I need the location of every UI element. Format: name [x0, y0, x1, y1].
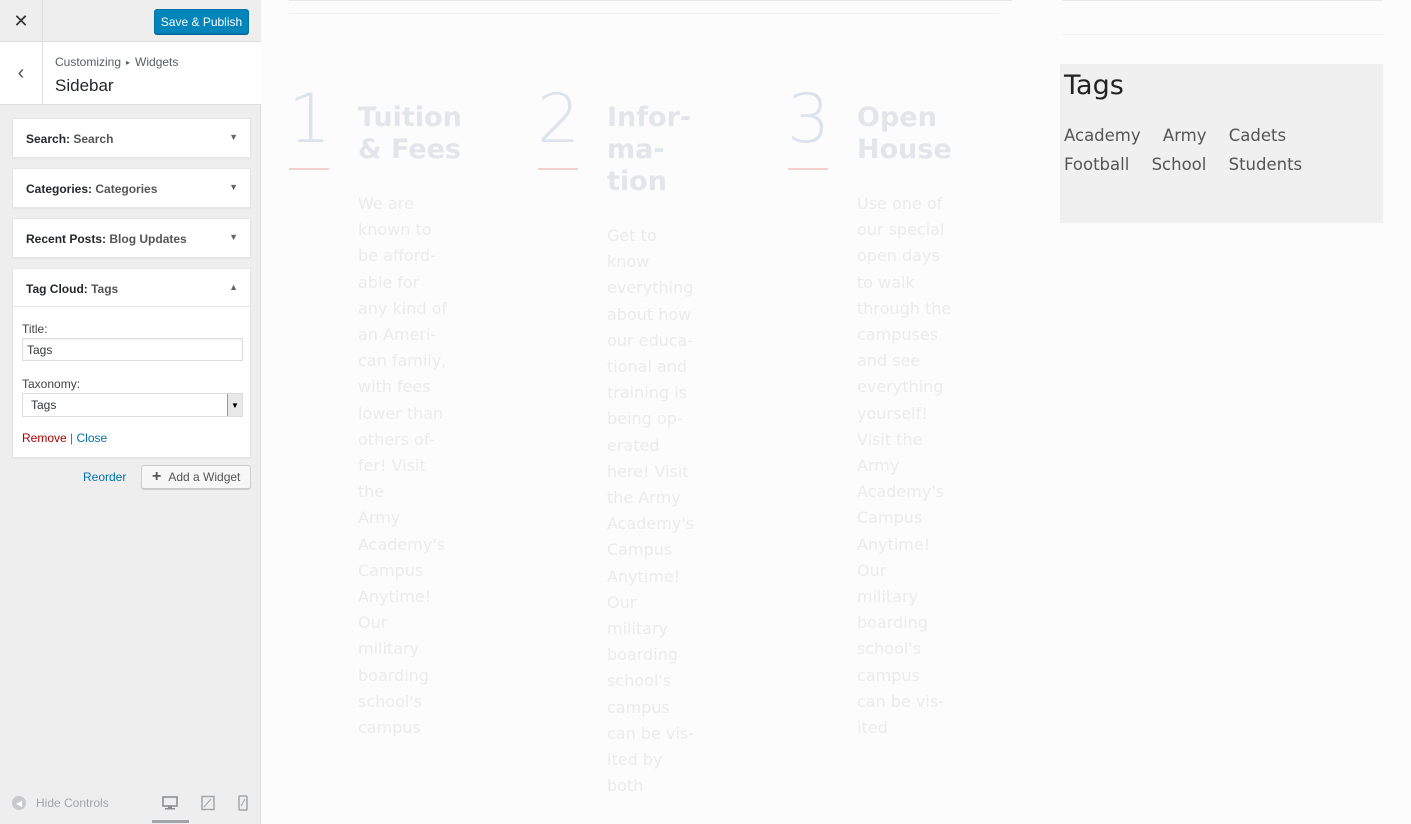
tag-link[interactable]: Football: [1064, 155, 1129, 174]
widget-form: Title: Taxonomy: Tags ▼ Remove | Close: [13, 307, 250, 457]
feature-title: Tuition & Fees: [358, 102, 462, 165]
feature-text: We are known to be afford- able for any …: [358, 194, 448, 738]
tags-widget: Tags Academy Army Cadets Football School…: [1060, 64, 1383, 223]
taxonomy-label: Taxonomy:: [22, 377, 81, 391]
widget-categories: Categories: Categories ▼: [12, 168, 251, 208]
tag-link[interactable]: Academy: [1064, 126, 1141, 145]
widget-title: Search: Search: [26, 132, 114, 146]
section-title: Sidebar: [55, 76, 114, 95]
feature-number: 2: [537, 80, 581, 159]
close-link[interactable]: Close: [77, 431, 108, 445]
divider: [1062, 34, 1383, 35]
divider: [289, 0, 1012, 1]
widget-search: Search: Search ▼: [12, 118, 251, 158]
widget-title: Tag Cloud: Tags: [26, 282, 119, 296]
active-device-indicator: [152, 820, 189, 823]
widget-header[interactable]: Recent Posts: Blog Updates ▼: [13, 219, 250, 257]
taxonomy-selected-value: Tags: [31, 398, 57, 412]
close-icon: ✕: [13, 10, 29, 31]
widget-header[interactable]: Search: Search ▼: [13, 119, 250, 157]
tag-link[interactable]: Army: [1163, 126, 1207, 145]
tag-link[interactable]: Cadets: [1229, 126, 1286, 145]
save-publish-button[interactable]: Save & Publish: [154, 9, 249, 34]
title-field[interactable]: [22, 338, 243, 361]
expand-arrow-icon[interactable]: ▼: [229, 182, 238, 192]
breadcrumb: Customizing ▸ Widgets: [55, 55, 178, 69]
close-customizer-button[interactable]: ✕: [0, 0, 43, 42]
link-separator: |: [70, 431, 74, 445]
feature-rule: [538, 168, 578, 170]
breadcrumb-root: Customizing: [55, 55, 122, 69]
desktop-preview-icon[interactable]: [161, 795, 179, 811]
feature-rule: [289, 168, 329, 170]
title-label: Title:: [22, 322, 48, 336]
plus-icon: +: [152, 468, 162, 485]
widget-title: Categories: Categories: [26, 182, 158, 196]
remove-link[interactable]: Remove: [22, 431, 67, 445]
widget-title: Recent Posts: Blog Updates: [26, 232, 187, 246]
customizer-panel: ✕ Save & Publish ‹ Customizing ▸ Widgets S…: [0, 0, 261, 824]
feature-text: Use one of our special open days to walk…: [857, 194, 952, 738]
hide-controls-button[interactable]: ◀ Hide Controls: [12, 796, 109, 810]
section-header: ‹ Customizing ▸ Widgets Sidebar: [0, 42, 261, 105]
widget-header[interactable]: Categories: Categories ▼: [13, 169, 250, 207]
feature-title: Infor- ma- tion: [607, 102, 692, 197]
arrow-left-circle-icon: ◀: [12, 796, 26, 810]
chevron-left-icon: ‹: [17, 61, 25, 84]
widget-actions: Remove | Close: [22, 431, 241, 445]
feature-rule: [788, 168, 828, 170]
back-button[interactable]: ‹: [0, 42, 43, 104]
site-preview: 1 Tuition & Fees We are known to be affo…: [261, 0, 1411, 824]
widget-tag-cloud: Tag Cloud: Tags ▲ Title: Taxonomy: Tags …: [12, 268, 251, 458]
breadcrumb-separator-icon: ▸: [126, 58, 131, 67]
divider: [1062, 0, 1383, 1]
tags-widget-title: Tags: [1064, 70, 1124, 101]
dropdown-arrow-icon[interactable]: ▼: [227, 394, 242, 416]
customizer-footer: ◀ Hide Controls: [0, 784, 261, 824]
tablet-preview-icon[interactable]: [199, 795, 217, 811]
feature-text: Get to know everything about how our edu…: [607, 226, 695, 796]
add-widget-label: Add a Widget: [168, 470, 241, 484]
collapse-arrow-icon[interactable]: ▲: [229, 282, 238, 292]
feature-number: 3: [787, 80, 831, 159]
expand-arrow-icon[interactable]: ▼: [229, 132, 238, 142]
taxonomy-select[interactable]: Tags ▼: [22, 393, 243, 417]
divider: [289, 13, 999, 14]
reorder-link[interactable]: Reorder: [83, 470, 126, 484]
add-widget-button[interactable]: + Add a Widget: [141, 465, 251, 489]
widget-recent-posts: Recent Posts: Blog Updates ▼: [12, 218, 251, 258]
feature-number: 1: [288, 80, 332, 159]
feature-title: Open House: [857, 102, 952, 165]
customizer-header: ✕ Save & Publish: [0, 0, 261, 42]
tag-link[interactable]: School: [1152, 155, 1207, 174]
hide-controls-label: Hide Controls: [36, 796, 109, 810]
mobile-preview-icon[interactable]: [234, 795, 252, 811]
tag-link[interactable]: Students: [1229, 155, 1303, 174]
widget-header[interactable]: Tag Cloud: Tags ▲: [13, 269, 250, 307]
tag-cloud: Academy Army Cadets Football School Stud…: [1064, 126, 1374, 184]
breadcrumb-child: Widgets: [135, 55, 179, 69]
expand-arrow-icon[interactable]: ▼: [229, 232, 238, 242]
